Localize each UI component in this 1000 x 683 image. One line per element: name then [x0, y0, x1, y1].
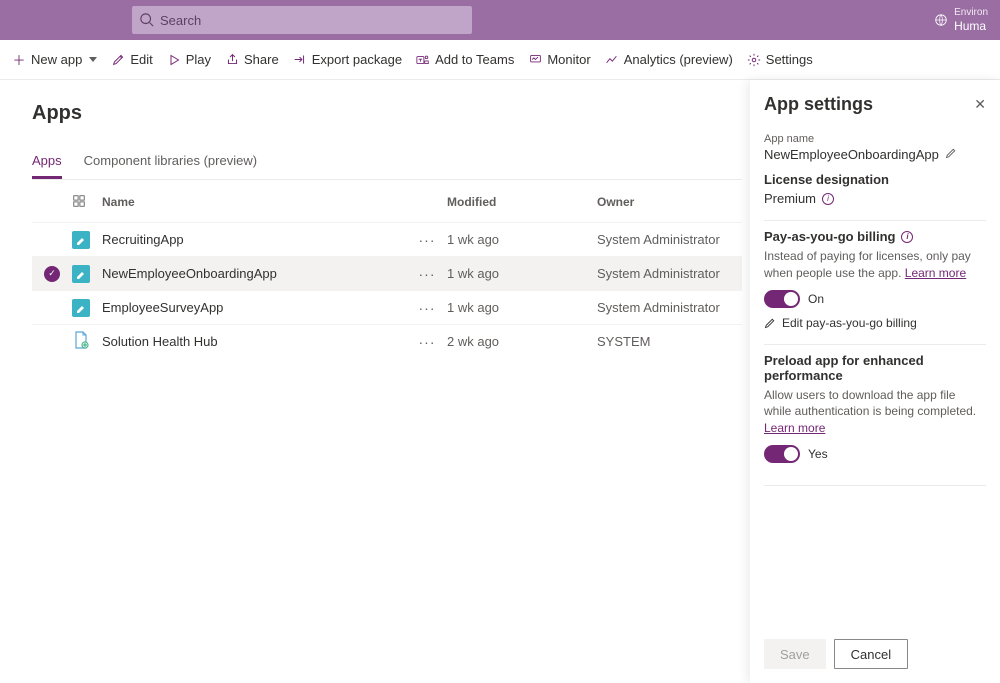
cancel-button[interactable]: Cancel [834, 639, 908, 669]
environment-picker[interactable]: Environ Huma [934, 7, 988, 33]
tab-component-libraries[interactable]: Component libraries (preview) [84, 147, 257, 179]
owner-cell: System Administrator [597, 300, 742, 315]
table-row[interactable]: ✓ NewEmployeeOnboardingApp···1 wk agoSyst… [32, 256, 742, 290]
table-row[interactable]: Solution Health Hub···2 wk agoSYSTEM [32, 324, 742, 358]
license-designation-value: Premium [764, 191, 816, 206]
preload-toggle-label: Yes [808, 447, 828, 461]
pencil-icon [111, 53, 125, 67]
payg-learn-more-link[interactable]: Learn more [905, 266, 966, 280]
col-name-header[interactable]: Name [102, 195, 407, 209]
payg-title: Pay-as-you-go billing [764, 229, 895, 244]
owner-cell: SYSTEM [597, 334, 742, 349]
plus-icon: ＋ [12, 53, 26, 67]
share-icon [225, 53, 239, 67]
modified-cell: 1 wk ago [447, 266, 597, 281]
canvas-app-icon [72, 231, 90, 249]
row-more-button[interactable]: ··· [407, 266, 447, 282]
app-name-cell[interactable]: Solution Health Hub [102, 334, 407, 349]
command-bar: ＋New app Edit Play Share Export package … [0, 40, 1000, 80]
owner-cell: System Administrator [597, 266, 742, 281]
settings-button[interactable]: Settings [747, 52, 813, 67]
search-icon [140, 13, 154, 27]
environment-icon [934, 13, 948, 27]
preload-learn-more-link[interactable]: Learn more [764, 421, 825, 435]
env-label-name: Huma [954, 19, 988, 33]
tab-apps[interactable]: Apps [32, 147, 62, 179]
modified-cell: 2 wk ago [447, 334, 597, 349]
edit-button[interactable]: Edit [111, 52, 152, 67]
analytics-button[interactable]: Analytics (preview) [605, 52, 733, 67]
app-name-value: NewEmployeeOnboardingApp [764, 147, 939, 162]
edit-app-name-button[interactable] [945, 147, 957, 162]
app-name-cell[interactable]: EmployeeSurveyApp [102, 300, 407, 315]
pencil-icon [764, 317, 776, 329]
search-box[interactable] [132, 6, 472, 34]
save-button[interactable]: Save [764, 639, 826, 669]
new-app-button[interactable]: ＋New app [12, 52, 97, 67]
play-icon [167, 53, 181, 67]
preload-description: Allow users to download the app file whi… [764, 387, 986, 437]
teams-icon [416, 53, 430, 67]
table-header: Name Modified Owner [32, 182, 742, 222]
view-options-icon[interactable] [72, 194, 102, 211]
edit-payg-button[interactable]: Edit pay-as-you-go billing [764, 316, 986, 330]
app-name-cell[interactable]: RecruitingApp [102, 232, 407, 247]
tabs: Apps Component libraries (preview) [32, 147, 742, 180]
col-modified-header[interactable]: Modified [447, 195, 597, 209]
payg-toggle-label: On [808, 292, 824, 306]
license-designation-label: License designation [764, 172, 986, 187]
export-icon [293, 53, 307, 67]
share-button[interactable]: Share [225, 52, 279, 67]
app-name-cell[interactable]: NewEmployeeOnboardingApp [102, 266, 407, 281]
canvas-app-icon [72, 265, 90, 283]
close-panel-button[interactable]: ✕ [974, 96, 986, 113]
env-label-caption: Environ [954, 7, 988, 19]
app-name-label: App name [764, 133, 986, 145]
add-to-teams-button[interactable]: Add to Teams [416, 52, 514, 67]
monitor-button[interactable]: Monitor [528, 52, 590, 67]
table-row[interactable]: EmployeeSurveyApp···1 wk agoSystem Admin… [32, 290, 742, 324]
row-more-button[interactable]: ··· [407, 300, 447, 316]
owner-cell: System Administrator [597, 232, 742, 247]
payg-description: Instead of paying for licenses, only pay… [764, 248, 986, 282]
play-button[interactable]: Play [167, 52, 211, 67]
modified-cell: 1 wk ago [447, 232, 597, 247]
selected-check-icon: ✓ [44, 266, 60, 282]
row-more-button[interactable]: ··· [407, 232, 447, 248]
info-icon[interactable]: i [822, 193, 834, 205]
row-more-button[interactable]: ··· [407, 334, 447, 350]
info-icon[interactable]: i [901, 231, 913, 243]
col-owner-header[interactable]: Owner [597, 195, 742, 209]
preload-title: Preload app for enhanced performance [764, 353, 986, 383]
analytics-icon [605, 53, 619, 67]
search-input[interactable] [160, 13, 464, 28]
gear-icon [747, 53, 761, 67]
payg-toggle[interactable] [764, 290, 800, 308]
app-settings-panel: App settings ✕ App name NewEmployeeOnboa… [750, 80, 1000, 683]
modified-cell: 1 wk ago [447, 300, 597, 315]
apps-table: Name Modified Owner RecruitingApp···1 wk… [32, 182, 742, 358]
table-row[interactable]: RecruitingApp···1 wk agoSystem Administr… [32, 222, 742, 256]
monitor-icon [528, 53, 542, 67]
preload-toggle[interactable] [764, 445, 800, 463]
model-app-icon [72, 331, 102, 352]
page-title: Apps [32, 102, 742, 125]
top-bar: Environ Huma [0, 0, 1000, 40]
export-package-button[interactable]: Export package [293, 52, 402, 67]
canvas-app-icon [72, 299, 90, 317]
panel-title: App settings [764, 94, 873, 115]
